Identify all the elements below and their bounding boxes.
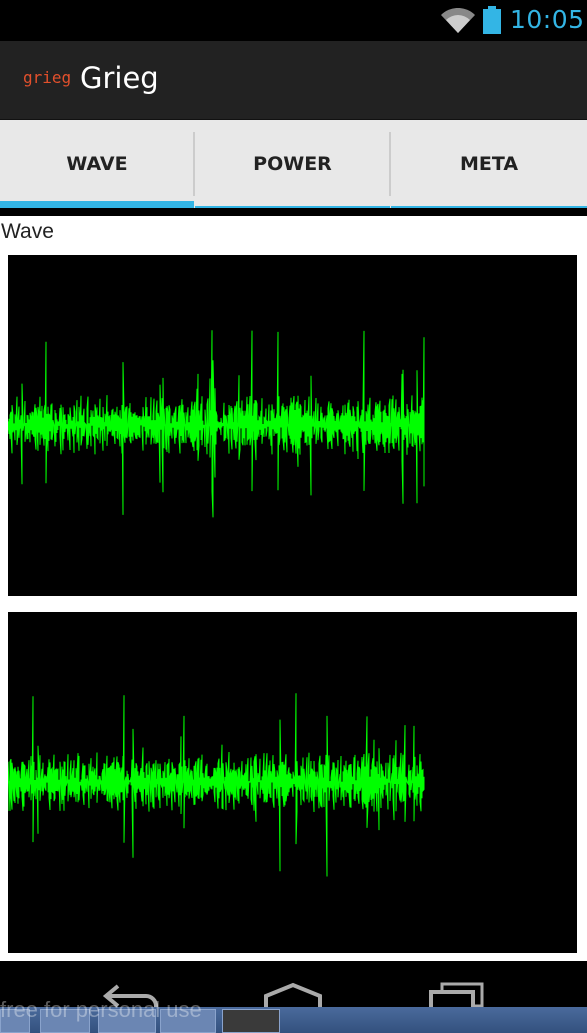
tab-bar: WAVE POWER META (0, 120, 587, 208)
tab-meta[interactable]: META (391, 120, 587, 208)
wave-content[interactable]: Wave (0, 216, 587, 961)
battery-icon (483, 6, 501, 34)
waveform-channel-1 (8, 255, 577, 596)
os-taskbar: free for personal use (0, 997, 587, 1033)
watermark-text: free for personal use (0, 997, 202, 1022)
status-bar: 10:05 (0, 0, 587, 41)
terminal-task[interactable] (222, 1009, 280, 1033)
tab-wave-label: WAVE (66, 153, 128, 175)
status-clock: 10:05 (510, 5, 585, 34)
waveform-channel-2 (8, 612, 577, 953)
tab-meta-label: META (459, 153, 519, 175)
waveform-plot-1 (8, 330, 425, 518)
app-logo[interactable]: grieg (23, 68, 71, 87)
tab-wave[interactable]: WAVE (0, 120, 195, 208)
action-bar: grieg Grieg (0, 41, 587, 120)
tab-power-label: POWER (253, 153, 332, 175)
waveform-plot-2 (8, 693, 425, 877)
tab-power[interactable]: POWER (195, 120, 391, 208)
wifi-icon (441, 8, 475, 33)
app-title: Grieg (80, 61, 159, 95)
section-title: Wave (1, 220, 54, 243)
tab-indicator (0, 201, 194, 208)
